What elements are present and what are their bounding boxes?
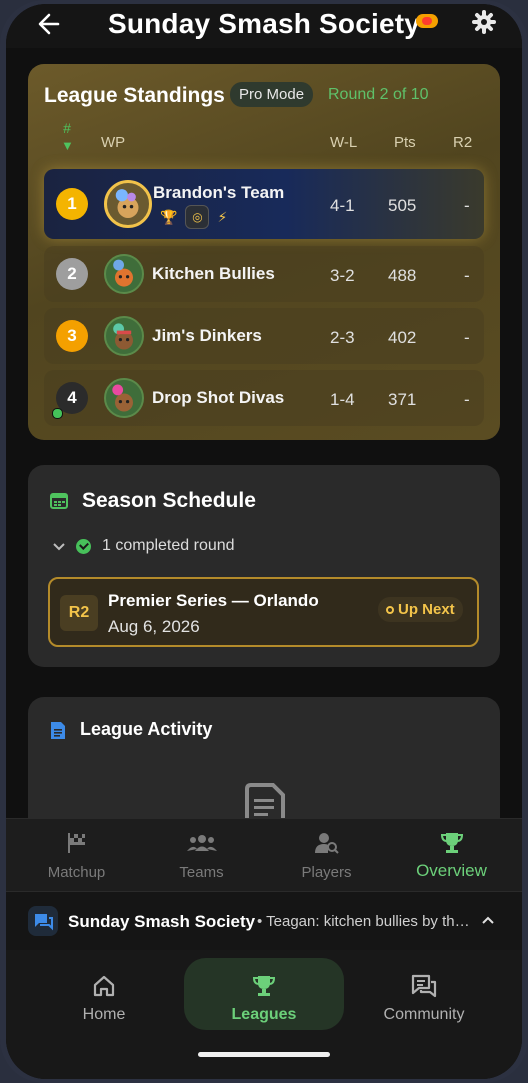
phone-frame: Sunday Smash Society League Standings Pr… bbox=[0, 0, 528, 1083]
team-name: Jim's Dinkers bbox=[152, 326, 262, 345]
win-loss: 2-3 bbox=[330, 328, 355, 347]
tab-players[interactable]: Players bbox=[262, 819, 391, 891]
nav-community[interactable]: Community bbox=[344, 958, 504, 1030]
avatar bbox=[104, 378, 144, 418]
points: 505 bbox=[388, 196, 417, 215]
live-indicator-icon bbox=[416, 14, 438, 28]
schedule-title: Season Schedule bbox=[82, 489, 256, 512]
sort-down-icon: ▼ bbox=[61, 138, 74, 153]
avatar bbox=[104, 316, 144, 356]
round-tag: R2 bbox=[60, 595, 98, 631]
home-indicator[interactable] bbox=[198, 1052, 330, 1057]
nav-leagues[interactable]: Leagues bbox=[184, 958, 344, 1030]
event-date: Aug 6, 2026 bbox=[108, 617, 200, 636]
tab-overview[interactable]: Overview bbox=[387, 819, 516, 891]
r2-column-header[interactable]: R2 bbox=[453, 134, 472, 151]
round2-score: - bbox=[464, 328, 470, 347]
document-icon bbox=[51, 722, 65, 739]
league-chat-bar[interactable]: Sunday Smash Society • Teagan: kitchen b… bbox=[6, 891, 522, 950]
event-name: Premier Series — Orlando bbox=[108, 591, 319, 610]
lightning-icon: ⚡ bbox=[217, 208, 228, 225]
medal-icon: ◎ bbox=[185, 205, 210, 229]
rank-header-label: # bbox=[63, 120, 71, 136]
empty-document-icon bbox=[245, 783, 285, 823]
points: 402 bbox=[388, 328, 417, 347]
league-tab-bar: Matchup Teams Players Overview bbox=[6, 818, 522, 891]
pro-mode-pill[interactable]: Pro Mode bbox=[230, 82, 314, 107]
tab-players-label: Players bbox=[301, 864, 352, 881]
nav-home[interactable]: Home bbox=[24, 958, 184, 1030]
nav-leagues-label: Leagues bbox=[231, 1006, 297, 1023]
online-status-icon bbox=[52, 408, 63, 419]
up-next-label: Up Next bbox=[398, 601, 455, 618]
completed-rounds-toggle[interactable]: 1 completed round bbox=[102, 537, 235, 555]
pts-column-header[interactable]: Pts bbox=[394, 134, 416, 151]
main-navigation: Home Leagues Community bbox=[6, 950, 522, 1079]
round2-score: - bbox=[464, 390, 470, 409]
screen: Sunday Smash Society League Standings Pr… bbox=[6, 4, 522, 1079]
gear-icon[interactable] bbox=[472, 10, 496, 34]
win-loss: 1-4 bbox=[330, 390, 355, 409]
chevron-down-icon[interactable] bbox=[52, 539, 66, 553]
activity-title: League Activity bbox=[80, 719, 213, 739]
chat-icon bbox=[411, 974, 437, 998]
nav-home-label: Home bbox=[82, 1006, 126, 1023]
trophy-icon: 🏆 bbox=[160, 208, 178, 225]
home-icon bbox=[93, 975, 115, 997]
calendar-icon bbox=[50, 493, 68, 509]
trophy-icon bbox=[440, 833, 463, 853]
chat-league-name: Sunday Smash Society bbox=[68, 912, 256, 931]
up-next-badge: Up Next bbox=[378, 597, 463, 622]
chat-last-message: • Teagan: kitchen bullies by the way bbox=[257, 913, 477, 930]
nav-community-label: Community bbox=[383, 1006, 465, 1023]
tab-matchup[interactable]: Matchup bbox=[12, 819, 141, 891]
win-loss: 3-2 bbox=[330, 266, 355, 285]
check-circle-icon bbox=[76, 539, 91, 554]
points: 488 bbox=[388, 266, 417, 285]
win-loss: 4-1 bbox=[330, 196, 355, 215]
rank-badge: 3 bbox=[56, 320, 88, 352]
standings-row[interactable]: 4 Drop Shot Divas 1-4 371 - bbox=[44, 370, 484, 426]
app-header: Sunday Smash Society bbox=[6, 4, 522, 48]
wl-column-header[interactable]: W-L bbox=[330, 134, 357, 151]
tab-teams-label: Teams bbox=[179, 864, 224, 881]
round-status: Round 2 of 10 bbox=[328, 86, 429, 103]
team-name: Drop Shot Divas bbox=[152, 388, 285, 407]
season-schedule-card: Season Schedule 1 completed round R2 Pre… bbox=[28, 465, 500, 667]
next-round-item[interactable]: R2 Premier Series — Orlando Aug 6, 2026 … bbox=[48, 577, 479, 647]
league-standings-card: League Standings Pro Mode Round 2 of 10 … bbox=[28, 64, 500, 440]
flag-icon bbox=[67, 833, 85, 853]
person-search-icon bbox=[314, 833, 339, 854]
standings-title: League Standings bbox=[44, 84, 225, 107]
standings-row[interactable]: 1 Brandon's Team 🏆 ◎ ⚡ 4-1 505 - bbox=[44, 169, 484, 239]
target-icon bbox=[386, 606, 394, 615]
round2-score: - bbox=[464, 266, 470, 285]
tab-teams[interactable]: Teams bbox=[137, 819, 266, 891]
points: 371 bbox=[388, 390, 417, 409]
tab-matchup-label: Matchup bbox=[47, 864, 106, 881]
team-name: Brandon's Team bbox=[153, 183, 285, 202]
wp-column-header[interactable]: WP bbox=[101, 134, 125, 151]
avatar bbox=[104, 180, 152, 228]
page-title: Sunday Smash Society bbox=[107, 8, 421, 39]
chat-bubble-icon bbox=[28, 906, 58, 936]
trophy-icon bbox=[252, 976, 276, 996]
tab-overview-label: Overview bbox=[416, 861, 487, 880]
people-icon bbox=[186, 835, 217, 851]
rank-badge: 1 bbox=[56, 188, 88, 220]
standings-row[interactable]: 2 Kitchen Bullies 3-2 488 - bbox=[44, 246, 484, 302]
rank-badge: 2 bbox=[56, 258, 88, 290]
standings-row[interactable]: 3 Jim's Dinkers 2-3 402 - bbox=[44, 308, 484, 364]
team-badges: 🏆 ◎ ⚡ bbox=[160, 205, 227, 229]
team-name: Kitchen Bullies bbox=[152, 264, 275, 283]
avatar bbox=[104, 254, 144, 294]
chevron-up-icon[interactable] bbox=[482, 914, 494, 926]
round2-score: - bbox=[464, 196, 470, 215]
rank-column-header[interactable]: # ▼ bbox=[61, 120, 74, 153]
